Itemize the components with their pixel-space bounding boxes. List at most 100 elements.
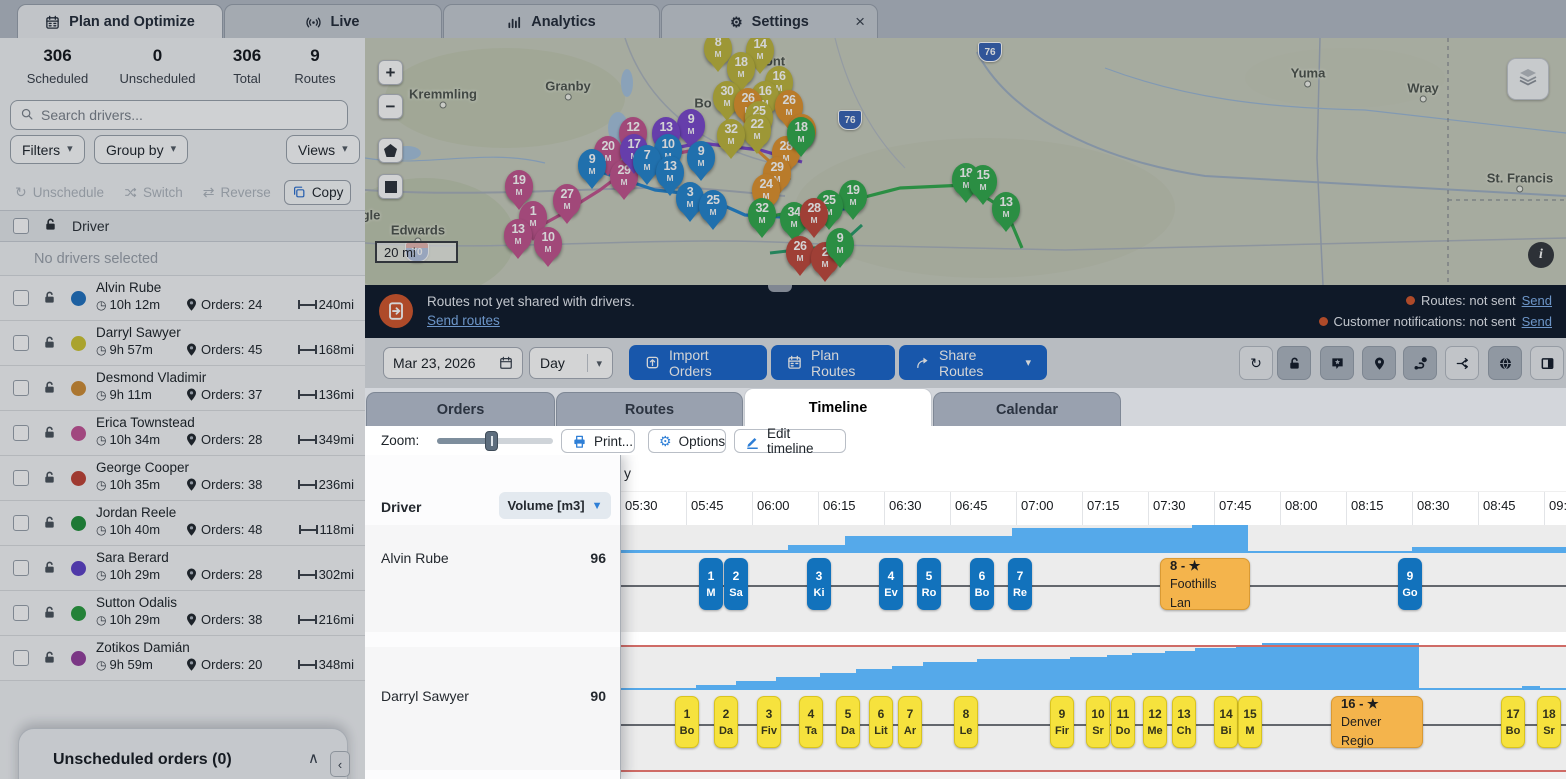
app-tab-analytics[interactable]: Analytics	[443, 4, 660, 39]
map-zoom-out-button[interactable]: −	[378, 94, 403, 119]
timeline-stop[interactable]: 16 - ★Denver Regio	[1331, 696, 1423, 748]
timeline-stop[interactable]: 15M	[1238, 696, 1262, 748]
timeline-stop[interactable]: 17Bo	[1501, 696, 1525, 748]
options-button[interactable]: ⚙Options	[648, 429, 726, 453]
plan-routes-button[interactable]: Plan Routes	[771, 345, 895, 380]
timeline-stop[interactable]: 8Le	[954, 696, 978, 748]
timeline-stop[interactable]: 5Ro	[917, 558, 941, 610]
timeline-stop[interactable]: 2Sa	[724, 558, 748, 610]
driver-checkbox[interactable]	[13, 605, 29, 621]
timeline-stop[interactable]: 6Lit	[869, 696, 893, 748]
flag-button[interactable]	[1320, 346, 1354, 380]
timeline-stop[interactable]: 9Fir	[1050, 696, 1074, 748]
filters-dropdown[interactable]: Filters▾	[10, 135, 85, 164]
map-marker[interactable]: 13M	[992, 192, 1020, 225]
send-link[interactable]: Send	[1522, 314, 1552, 329]
map-info-button[interactable]: i	[1528, 242, 1554, 268]
timeline-stop[interactable]: 13Ch	[1172, 696, 1196, 748]
timeline-stop[interactable]: 9Go	[1398, 558, 1422, 610]
driver-row-jordan-reele[interactable]: Jordan Reele◷10h 40mOrders: 48118mi	[0, 501, 365, 546]
driver-checkbox[interactable]	[13, 290, 29, 306]
lock-icon[interactable]	[42, 650, 57, 670]
map-marker[interactable]: 27M	[553, 184, 581, 217]
panel-button[interactable]	[1530, 346, 1564, 380]
range-select[interactable]: Day ▾	[529, 347, 613, 379]
timeline-stop[interactable]: 7Ar	[898, 696, 922, 748]
route-map[interactable]: + − 20 mi i 8M14M18M16M30M16M26M25M22M32…	[365, 38, 1566, 285]
zoom-slider-handle[interactable]	[485, 431, 498, 451]
timeline-stop[interactable]: 12Me	[1143, 696, 1167, 748]
timeline-stop[interactable]: 3Ki	[807, 558, 831, 610]
driver-checkbox[interactable]	[13, 470, 29, 486]
map-layers-button[interactable]	[1507, 58, 1549, 100]
metric-select[interactable]: Volume [m3] ▼	[499, 492, 611, 519]
driver-row-darryl-sawyer[interactable]: Darryl Sawyer◷9h 57mOrders: 45168mi	[0, 321, 365, 366]
map-marker[interactable]: 32M	[717, 119, 745, 152]
driver-row-alvin-rube[interactable]: Alvin Rube◷10h 12mOrders: 24240mi	[0, 276, 365, 321]
map-polygon-tool-button[interactable]	[378, 138, 403, 163]
map-marker[interactable]: 19M	[505, 170, 533, 203]
timeline-stop[interactable]: 3Fiv	[757, 696, 781, 748]
lock-icon[interactable]	[42, 560, 57, 580]
map-marker[interactable]: 32M	[748, 198, 776, 231]
driver-checkbox[interactable]	[13, 515, 29, 531]
branch-button[interactable]	[1445, 346, 1479, 380]
map-marker[interactable]: 13M	[504, 219, 532, 252]
driver-checkbox[interactable]	[13, 650, 29, 666]
lock-icon[interactable]	[43, 217, 58, 235]
map-marker[interactable]: 9M	[826, 228, 854, 261]
lock-icon[interactable]	[42, 380, 57, 400]
group-by-dropdown[interactable]: Group by▾	[94, 135, 188, 164]
edit-timeline-button[interactable]: Edit timeline	[734, 429, 846, 453]
map-marker[interactable]: 26M	[786, 236, 814, 269]
map-rectangle-tool-button[interactable]	[378, 174, 403, 199]
tab-orders[interactable]: Orders	[366, 392, 555, 426]
lock-icon[interactable]	[42, 290, 57, 310]
timeline-stop[interactable]: 10Sr	[1086, 696, 1110, 748]
date-picker[interactable]: Mar 23, 2026	[383, 347, 523, 379]
map-marker[interactable]: 15M	[969, 165, 997, 198]
sidebar-collapse-button[interactable]: ‹	[330, 751, 350, 777]
views-dropdown[interactable]: Views▾	[286, 135, 360, 164]
unscheduled-orders-panel[interactable]: Unscheduled orders (0) ∧	[18, 728, 348, 779]
globe-button[interactable]	[1488, 346, 1522, 380]
map-marker[interactable]: 9M	[687, 141, 715, 174]
map-marker[interactable]: 25M	[699, 190, 727, 223]
lock-button[interactable]	[1277, 346, 1311, 380]
timeline-stop[interactable]: 8 - ★Foothills Lan	[1160, 558, 1250, 610]
zoom-slider[interactable]	[437, 438, 553, 444]
map-marker[interactable]: 28M	[800, 198, 828, 231]
send-routes-link[interactable]: Send routes	[427, 313, 500, 328]
timeline-stop[interactable]: 18Sr	[1537, 696, 1561, 748]
map-marker[interactable]: 13M	[656, 156, 684, 189]
timeline-stop[interactable]: 6Bo	[970, 558, 994, 610]
send-link[interactable]: Send	[1522, 293, 1552, 308]
refresh-button[interactable]: ↻	[1239, 346, 1273, 380]
search-drivers-input[interactable]: Search drivers...	[10, 100, 348, 130]
tab-routes[interactable]: Routes	[556, 392, 743, 426]
driver-row-erica-townstead[interactable]: Erica Townstead◷10h 34mOrders: 28349mi	[0, 411, 365, 456]
tab-timeline[interactable]: Timeline	[744, 388, 932, 426]
timeline-stop[interactable]: 4Ta	[799, 696, 823, 748]
print-button[interactable]: Print...	[561, 429, 635, 453]
map-marker[interactable]: 18M	[727, 52, 755, 85]
driver-row-george-cooper[interactable]: George Cooper◷10h 35mOrders: 38236mi	[0, 456, 365, 501]
driver-row-desmond-vladimir[interactable]: Desmond Vladimir◷9h 11mOrders: 37136mi	[0, 366, 365, 411]
chevron-up-icon[interactable]: ∧	[308, 749, 319, 767]
driver-row-sutton-odalis[interactable]: Sutton Odalis◷10h 29mOrders: 38216mi	[0, 591, 365, 636]
lock-icon[interactable]	[42, 605, 57, 625]
map-marker[interactable]: 18M	[787, 117, 815, 150]
timeline-stop[interactable]: 14Bi	[1214, 696, 1238, 748]
map-zoom-in-button[interactable]: +	[378, 60, 403, 85]
lock-icon[interactable]	[42, 515, 57, 535]
map-marker[interactable]: 9M	[578, 149, 606, 182]
driver-checkbox[interactable]	[13, 425, 29, 441]
lock-icon[interactable]	[42, 470, 57, 490]
pin-button[interactable]	[1362, 346, 1396, 380]
timeline-stop[interactable]: 5Da	[836, 696, 860, 748]
timeline-stop[interactable]: 11Do	[1111, 696, 1135, 748]
map-marker[interactable]: 9M	[677, 109, 705, 142]
driver-checkbox[interactable]	[13, 335, 29, 351]
timeline-stop[interactable]: 1M	[699, 558, 723, 610]
app-tab-plan-and-optimize[interactable]: Plan and Optimize	[17, 4, 223, 39]
